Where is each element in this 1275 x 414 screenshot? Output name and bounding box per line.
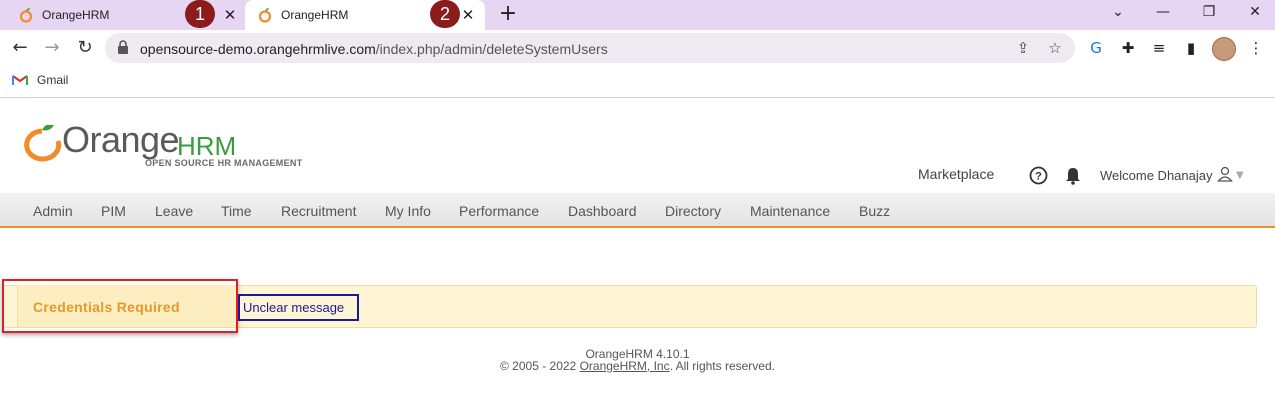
side-panel-icon[interactable]: ▮ — [1180, 37, 1202, 59]
back-icon[interactable]: ← — [8, 36, 32, 60]
bookmark-gmail[interactable]: Gmail — [12, 73, 68, 87]
unclear-message-annotation: Unclear message — [238, 294, 359, 321]
orangehrm-logo[interactable]: Orange HRM OPEN SOURCE HR MANAGEMENT — [22, 111, 312, 171]
minimize-icon[interactable]: — — [1140, 0, 1186, 26]
menu-buzz[interactable]: Buzz — [859, 203, 890, 219]
user-icon — [1217, 166, 1233, 182]
more-menu-icon[interactable]: ⋮ — [1245, 37, 1267, 59]
browser-tab-strip: OrangeHRM ✕ 1 OrangeHRM ✕ 2 + ⌄ — ❐ ✕ — [0, 0, 1275, 30]
logo-subtitle: OPEN SOURCE HR MANAGEMENT — [145, 158, 303, 168]
bookmark-label: Gmail — [37, 73, 69, 87]
annotation-highlight-box — [2, 279, 238, 333]
close-window-icon[interactable]: ✕ — [1232, 0, 1275, 26]
translate-icon[interactable]: G — [1085, 37, 1107, 59]
restore-icon[interactable]: ❐ — [1186, 0, 1232, 26]
orangehrm-favicon — [19, 8, 33, 23]
notification-bell-icon[interactable] — [1064, 166, 1082, 185]
main-menu: Admin PIM Leave Time Recruitment My Info… — [0, 193, 1275, 228]
footer-copyright: © 2005 - 2022 OrangeHRM, Inc. All rights… — [500, 359, 775, 373]
share-icon[interactable]: ⇪ — [1013, 38, 1033, 58]
new-tab-icon[interactable]: + — [497, 3, 519, 25]
extensions-icon[interactable]: ✚ — [1117, 37, 1139, 59]
menu-time[interactable]: Time — [221, 203, 252, 219]
menu-admin[interactable]: Admin — [33, 203, 73, 219]
marketplace-link[interactable]: Marketplace — [918, 166, 994, 182]
menu-recruitment[interactable]: Recruitment — [281, 203, 356, 219]
menu-maintenance[interactable]: Maintenance — [750, 203, 830, 219]
address-bar[interactable]: opensource-demo.orangehrmlive.com/index.… — [105, 33, 1075, 63]
menu-leave[interactable]: Leave — [155, 203, 193, 219]
gmail-icon — [12, 75, 28, 85]
bookmarks-bar: Gmail — [0, 66, 1275, 98]
menu-dashboard[interactable]: Dashboard — [568, 203, 637, 219]
menu-pim[interactable]: PIM — [101, 203, 126, 219]
orangehrm-inc-link[interactable]: OrangeHRM, Inc — [580, 359, 670, 373]
menu-directory[interactable]: Directory — [665, 203, 721, 219]
lock-icon — [118, 40, 128, 54]
step-badge-2: 2 — [430, 0, 460, 28]
star-icon[interactable]: ☆ — [1045, 38, 1065, 58]
orangehrm-favicon — [258, 8, 272, 23]
reload-icon[interactable]: ↻ — [73, 36, 97, 60]
menu-performance[interactable]: Performance — [459, 203, 539, 219]
url-text: opensource-demo.orangehrmlive.com/index.… — [140, 41, 608, 57]
media-control-icon[interactable]: ≡ — [1148, 37, 1170, 59]
close-tab-icon[interactable]: ✕ — [221, 6, 239, 24]
browser-toolbar: ← → ↻ opensource-demo.orangehrmlive.com/… — [0, 30, 1275, 66]
menu-my-info[interactable]: My Info — [385, 203, 431, 219]
orangehrm-page: Orange HRM OPEN SOURCE HR MANAGEMENT Mar… — [0, 99, 1275, 414]
tab-title: OrangeHRM — [42, 8, 110, 22]
step-badge-1: 1 — [185, 0, 215, 28]
close-tab-icon[interactable]: ✕ — [459, 6, 477, 24]
chevron-down-icon[interactable]: ▼ — [1236, 170, 1244, 181]
forward-icon[interactable]: → — [40, 36, 64, 60]
help-icon[interactable]: ? — [1029, 166, 1048, 185]
welcome-user-menu[interactable]: Welcome Dhanajay — [1100, 168, 1212, 183]
svg-text:?: ? — [1035, 171, 1042, 183]
profile-avatar[interactable] — [1212, 37, 1236, 61]
logo-wordmark: Orange — [62, 119, 180, 160]
orange-logo-icon — [24, 125, 62, 162]
tab-search-icon[interactable]: ⌄ — [1095, 0, 1141, 26]
tab-title: OrangeHRM — [281, 8, 349, 22]
